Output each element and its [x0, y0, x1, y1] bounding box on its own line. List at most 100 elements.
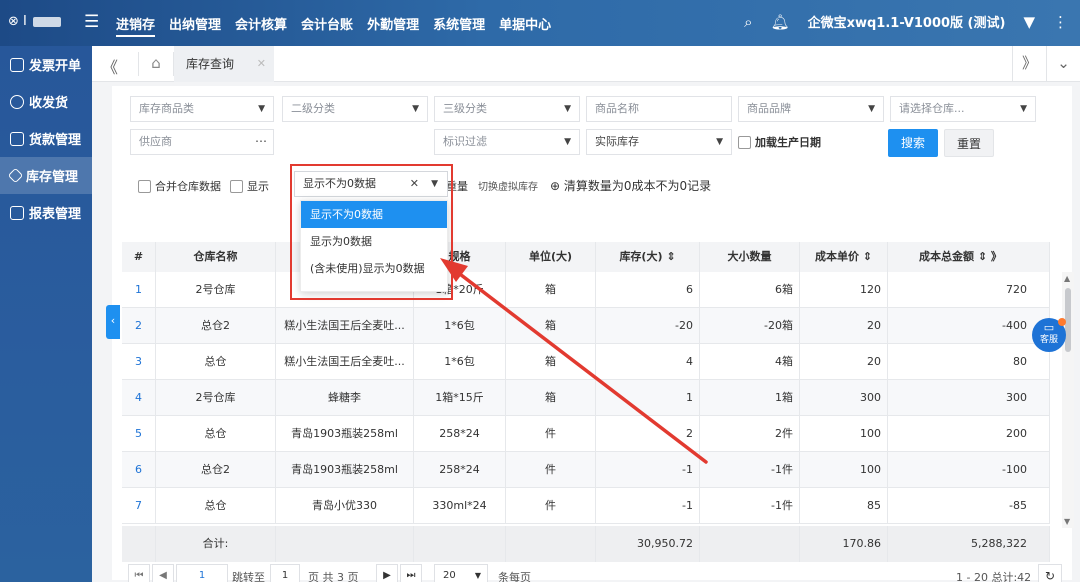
table-row[interactable]: 6 总仓2 青岛1903瓶装258ml 258*24 件 -1 -1件 100 … [122, 452, 1050, 488]
total-index [122, 526, 156, 562]
row-index[interactable]: 5 [122, 416, 156, 452]
row-index[interactable]: 4 [122, 380, 156, 416]
home-icon[interactable]: ⌂ [138, 52, 174, 76]
category3-select[interactable]: 三级分类 ▼ [434, 96, 580, 122]
clear-zero-button[interactable]: ⊕ 清算数量为0成本不为0记录 [550, 177, 711, 194]
customer-service-label: 客服 [1039, 335, 1058, 345]
col-stock[interactable]: 库存(大) ⇕ [596, 242, 700, 272]
reset-button[interactable]: 重置 [944, 129, 994, 157]
tab-menu-chevron-icon[interactable]: ⌄ [1046, 46, 1080, 82]
menu-toggle-icon[interactable]: ☰ [84, 12, 99, 32]
col-qty[interactable]: 大小数量 [700, 242, 800, 272]
chevron-down-icon: ▼ [1020, 104, 1027, 114]
menu-item-inventory-sales[interactable]: 进销存 [116, 14, 156, 37]
menu-item-cashier[interactable]: 出纳管理 [169, 14, 221, 37]
table-row[interactable]: 1 2号仓库 1箱*20斤 箱 6 6箱 120 720 [122, 272, 1050, 308]
show-partial-checkbox[interactable]: 显示 [230, 178, 269, 194]
search-button[interactable]: 搜索 [888, 129, 938, 157]
col-unit[interactable]: 单位(大) [506, 242, 596, 272]
first-page-icon[interactable]: ⏮ [128, 564, 150, 582]
cell-total-cost: 80 [888, 344, 1050, 380]
product-name-input[interactable]: 商品名称 [586, 96, 732, 122]
top-tools: ⌕ 🔔︎ 企微宝xwq1.1-V1000版 (测试) ▼ ⋮ [744, 12, 1068, 32]
sidebar-item-invoice[interactable]: 发票开单 [0, 46, 92, 83]
sidebar-item-inventory[interactable]: 库存管理 [0, 157, 92, 194]
next-page-icon[interactable]: ▶ [376, 564, 398, 582]
table-row[interactable]: 5 总仓 青岛1903瓶装258ml 258*24 件 2 2件 100 200 [122, 416, 1050, 452]
checkbox-box[interactable] [138, 179, 151, 193]
menu-item-ledger[interactable]: 会计台账 [301, 14, 353, 37]
checkbox-box[interactable] [738, 135, 751, 149]
checkbox-box[interactable] [230, 179, 243, 193]
scroll-up-icon[interactable]: ▲ [1064, 274, 1070, 283]
cell-qty: 1箱 [700, 380, 800, 416]
page-size-select[interactable]: 20 ▼ [434, 564, 488, 582]
cell-spec: 1*6包 [414, 308, 506, 344]
warehouse-select[interactable]: 请选择仓库... ▼ [890, 96, 1036, 122]
row-index[interactable]: 3 [122, 344, 156, 380]
stock-type-select[interactable]: 实际库存 ▼ [586, 129, 732, 155]
table-row[interactable]: 3 总仓 糕小生法国王后全麦吐... 1*6包 箱 4 4箱 20 80 [122, 344, 1050, 380]
brand-select[interactable]: 商品品牌 ▼ [738, 96, 884, 122]
tab-inventory-query[interactable]: 库存查询 ✕ [174, 46, 274, 82]
scroll-down-icon[interactable]: ▼ [1064, 517, 1070, 526]
category2-select[interactable]: 二级分类 ▼ [282, 96, 428, 122]
cell-stock: 2 [596, 416, 700, 452]
col-warehouse[interactable]: 仓库名称 [156, 242, 276, 272]
col-total-cost[interactable]: 成本总金额 ⇕ 》 [888, 242, 1050, 272]
prev-page-icon[interactable]: ◀ [152, 564, 174, 582]
cell-spec: 258*24 [414, 416, 506, 452]
merge-warehouse-checkbox[interactable]: 合并仓库数据 [138, 178, 221, 194]
cell-product: 青岛小优330 [276, 488, 414, 524]
more-vertical-icon[interactable]: ⋮ [1053, 13, 1068, 31]
bell-icon[interactable]: 🔔︎ [771, 13, 790, 31]
customer-service-button[interactable]: ▭ 客服 [1032, 318, 1066, 352]
chevron-down-icon: ▼ [716, 137, 723, 147]
category-select[interactable]: 库存商品类 ▼ [130, 96, 274, 122]
content-panel: 库存商品类 ▼ 二级分类 ▼ 三级分类 ▼ 商品名称 商品品牌 ▼ 请选择仓库.… [112, 86, 1074, 582]
close-icon[interactable]: ✕ [257, 46, 266, 82]
last-page-icon[interactable]: ⏭ [400, 564, 422, 582]
menu-item-field[interactable]: 外勤管理 [367, 14, 419, 37]
table-row[interactable]: 4 2号仓库 蜂糖李 1箱*15斤 箱 1 1箱 300 300 [122, 380, 1050, 416]
tag-filter-select[interactable]: 标识过滤 ▼ [434, 129, 580, 155]
menu-item-accounting[interactable]: 会计核算 [235, 14, 287, 37]
chevron-down-icon: ▼ [258, 104, 265, 114]
cell-unit-cost: 120 [800, 272, 888, 308]
menu-item-documents[interactable]: 单据中心 [499, 14, 551, 37]
row-index[interactable]: 6 [122, 452, 156, 488]
col-unit-cost[interactable]: 成本单价 ⇕ [800, 242, 888, 272]
table-scrollbar[interactable]: ▲ ▼ [1062, 272, 1074, 528]
supplier-input[interactable]: 供应商 ⋯ [130, 129, 274, 155]
goto-page-input[interactable]: 1 [270, 564, 300, 582]
sidebar: 发票开单 收发货 货款管理 库存管理 报表管理 [0, 46, 92, 582]
chevron-down-icon[interactable]: ▼ [1023, 13, 1035, 31]
more-icon[interactable]: ⋯ [255, 129, 267, 153]
sidebar-item-report[interactable]: 报表管理 [0, 194, 92, 231]
row-index[interactable]: 1 [122, 272, 156, 308]
collapse-left-icon[interactable]: 《 [102, 54, 118, 78]
sidebar-item-payment[interactable]: 货款管理 [0, 120, 92, 157]
row-index[interactable]: 2 [122, 308, 156, 344]
menu-item-system[interactable]: 系统管理 [433, 14, 485, 37]
row-index[interactable]: 7 [122, 488, 156, 524]
refresh-icon[interactable]: ↻ [1038, 564, 1062, 582]
table-header: # 仓库名称 规格 单位(大) 库存(大) ⇕ 大小数量 成本单价 ⇕ 成本总金… [122, 242, 1050, 272]
chevron-down-icon: ▼ [474, 571, 481, 580]
table-row[interactable]: 7 总仓 青岛小优330 330ml*24 件 -1 -1件 85 -85 [122, 488, 1050, 524]
stock-type-value: 实际库存 [595, 135, 639, 148]
production-date-checkbox[interactable]: 加载生产日期 [738, 134, 821, 150]
cell-unit: 箱 [506, 272, 596, 308]
sidebar-item-label: 报表管理 [29, 207, 82, 222]
current-page-input[interactable]: 1 [176, 564, 228, 582]
supplier-placeholder: 供应商 [139, 135, 172, 148]
search-icon[interactable]: ⌕ [744, 13, 752, 31]
table-row[interactable]: 2 总仓2 糕小生法国王后全麦吐... 1*6包 箱 -20 -20箱 20 -… [122, 308, 1050, 344]
scroll-right-icon[interactable]: 》 [1012, 46, 1046, 82]
chevron-down-icon: ▼ [868, 104, 875, 114]
sidebar-item-shipping[interactable]: 收发货 [0, 83, 92, 120]
collapse-panel-icon[interactable]: ‹ [106, 305, 120, 339]
company-selector[interactable]: 企微宝xwq1.1-V1000版 (测试) [808, 12, 1006, 31]
cell-warehouse: 总仓2 [156, 452, 276, 488]
virtual-stock-toggle[interactable]: 切换虚拟库存 [478, 178, 538, 193]
